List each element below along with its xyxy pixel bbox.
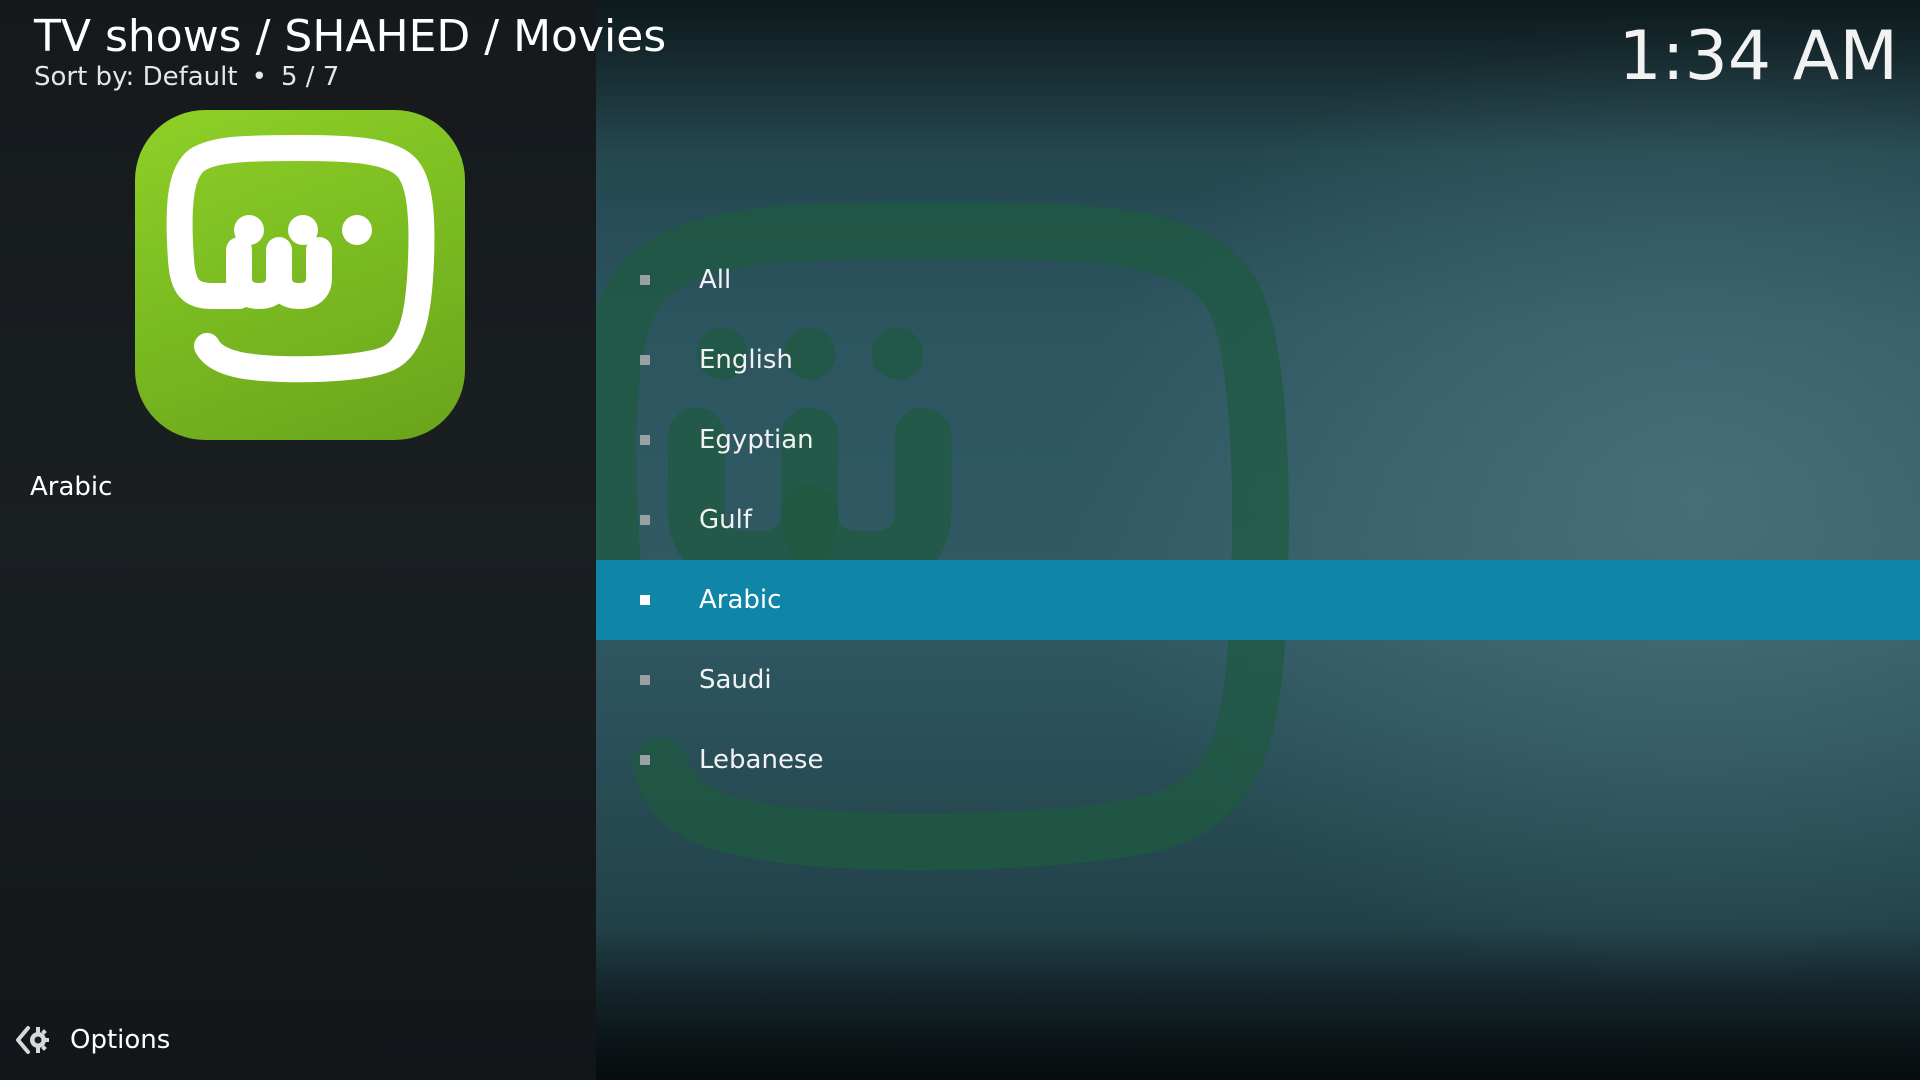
breadcrumb: TV shows / SHAHED / Movies xyxy=(34,11,667,62)
options-gear-icon xyxy=(16,1026,49,1054)
bullet-icon xyxy=(640,275,650,285)
category-list: All English Egyptian Gulf Arabic Saudi L… xyxy=(596,240,1920,800)
clock: 1:34 AM xyxy=(1618,17,1898,96)
info-panel: Arabic Options xyxy=(0,0,596,1080)
list-item-label: Lebanese xyxy=(699,745,824,775)
media-browser-screen: Arabic Options TV shows / SHAHED / Movie… xyxy=(0,0,1920,1080)
list-item-egyptian[interactable]: Egyptian xyxy=(596,400,1920,480)
shahid-logo-icon xyxy=(166,135,435,383)
bullet-icon xyxy=(640,595,650,605)
bullet-icon xyxy=(640,515,650,525)
list-item-gulf[interactable]: Gulf xyxy=(596,480,1920,560)
options-button[interactable]: Options xyxy=(14,1022,170,1058)
bullet-icon xyxy=(640,355,650,365)
bullet-icon xyxy=(640,755,650,765)
list-item-arabic[interactable]: Arabic xyxy=(596,560,1920,640)
sort-label: Sort by: Default xyxy=(34,62,238,92)
item-position: 5 / 7 xyxy=(280,62,340,92)
list-item-english[interactable]: English xyxy=(596,320,1920,400)
list-item-label: All xyxy=(699,265,732,295)
list-item-all[interactable]: All xyxy=(596,240,1920,320)
selected-item-title: Arabic xyxy=(30,472,113,502)
sort-info: Sort by: Default • 5 / 7 xyxy=(34,62,666,92)
list-item-label: Egyptian xyxy=(699,425,814,455)
header: TV shows / SHAHED / Movies Sort by: Defa… xyxy=(34,8,666,92)
list-item-lebanese[interactable]: Lebanese xyxy=(596,720,1920,800)
list-item-label: Saudi xyxy=(699,665,772,695)
separator-dot: • xyxy=(251,62,267,92)
list-item-label: Gulf xyxy=(699,505,753,535)
list-item-label: English xyxy=(699,345,793,375)
poster-thumbnail xyxy=(135,110,465,440)
bullet-icon xyxy=(640,675,650,685)
list-item-label: Arabic xyxy=(699,585,782,615)
options-label: Options xyxy=(70,1025,171,1055)
bullet-icon xyxy=(640,435,650,445)
list-item-saudi[interactable]: Saudi xyxy=(596,640,1920,720)
